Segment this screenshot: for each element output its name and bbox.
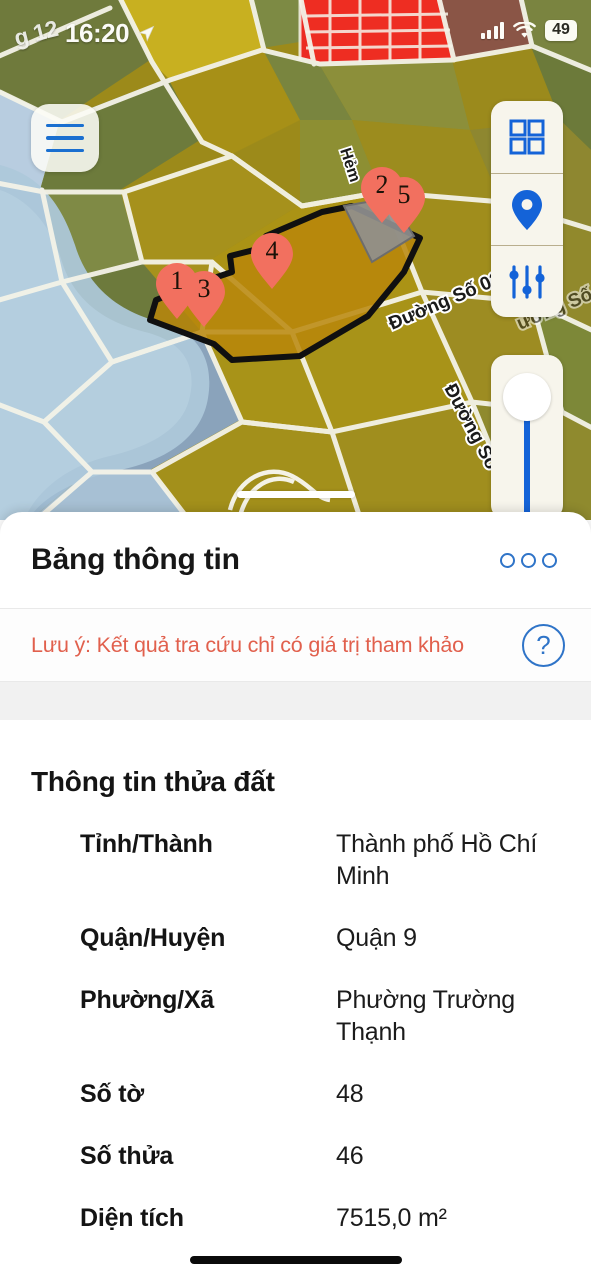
- info-row: Diện tích 7515,0 m²: [0, 1202, 591, 1234]
- section-divider: [0, 682, 591, 720]
- info-label: Diện tích: [80, 1204, 184, 1232]
- dot-1: [500, 552, 515, 568]
- marker-pin-glyph: [183, 271, 225, 327]
- more-options-icon[interactable]: [500, 552, 557, 568]
- info-label: Tỉnh/Thành: [80, 830, 213, 858]
- info-value: 46: [336, 1142, 364, 1170]
- info-value: Thành phố Hồ Chí Minh: [336, 830, 538, 890]
- app-root: Đường Số 02 Đường Số ường Số Hẻm 12345: [0, 0, 591, 1280]
- marker-pin-glyph: [383, 177, 425, 233]
- zoom-slider-knob[interactable]: [503, 373, 551, 421]
- info-label: Số thửa: [80, 1142, 174, 1170]
- home-indicator[interactable]: [189, 1256, 402, 1264]
- location-pin-icon[interactable]: [491, 173, 563, 245]
- zoom-slider[interactable]: [491, 355, 563, 520]
- info-row: Tỉnh/Thành Thành phố Hồ Chí Minh: [0, 828, 591, 892]
- page-title: Bảng thông tin: [31, 543, 240, 576]
- info-label: Số tờ: [80, 1080, 144, 1108]
- info-value: Phường Trường Thạnh: [336, 986, 516, 1046]
- parcel-info-table: Tỉnh/Thành Thành phố Hồ Chí Minh Quận/Huyệ…: [0, 798, 591, 1234]
- info-value: Quận 9: [336, 924, 417, 952]
- info-value: 7515,0 m²: [336, 1204, 447, 1232]
- layers-grid-glyph: [509, 119, 545, 155]
- help-question-icon[interactable]: ?: [522, 623, 565, 667]
- info-row: Quận/Huyện Quận 9: [0, 922, 591, 954]
- map-control-stack: [491, 101, 563, 317]
- menu-line-2: [46, 136, 84, 140]
- map-marker-4[interactable]: 4: [250, 232, 294, 290]
- filter-sliders-icon[interactable]: [491, 245, 563, 317]
- hamburger-menu-icon[interactable]: [31, 104, 99, 172]
- dot-2: [521, 552, 536, 568]
- map-marker-3[interactable]: 3: [182, 270, 226, 328]
- notice-text: Lưu ý: Kết quả tra cứu chỉ có giá trị th…: [31, 632, 464, 657]
- sheet-header: Bảng thông tin: [0, 512, 591, 608]
- map-view[interactable]: Đường Số 02 Đường Số ường Số Hẻm 12345: [0, 0, 591, 520]
- zoom-slider-track: [524, 413, 530, 520]
- notice-bar: Lưu ý: Kết quả tra cứu chỉ có giá trị th…: [0, 608, 591, 682]
- section-title: Thông tin thửa đất: [31, 766, 275, 797]
- layers-grid-icon[interactable]: [491, 101, 563, 173]
- info-label: Quận/Huyện: [80, 924, 226, 952]
- menu-line-3: [46, 148, 84, 153]
- info-value: 48: [336, 1080, 364, 1108]
- map-marker-5[interactable]: 5: [382, 176, 426, 234]
- info-row: Số thửa 46: [0, 1140, 591, 1172]
- info-sheet: Bảng thông tin Lưu ý: Kết quả tra cứu ch…: [0, 512, 591, 1280]
- info-row: Số tờ 48: [0, 1078, 591, 1110]
- dot-3: [542, 552, 557, 568]
- marker-pin-glyph: [251, 233, 293, 289]
- menu-line-1: [46, 123, 84, 128]
- info-row: Phường/Xã Phường Trường Thạnh: [0, 984, 591, 1048]
- info-label: Phường/Xã: [80, 986, 215, 1014]
- sheet-drag-handle[interactable]: [236, 491, 355, 498]
- location-pin-glyph: [512, 189, 542, 230]
- filter-sliders-glyph: [509, 264, 545, 299]
